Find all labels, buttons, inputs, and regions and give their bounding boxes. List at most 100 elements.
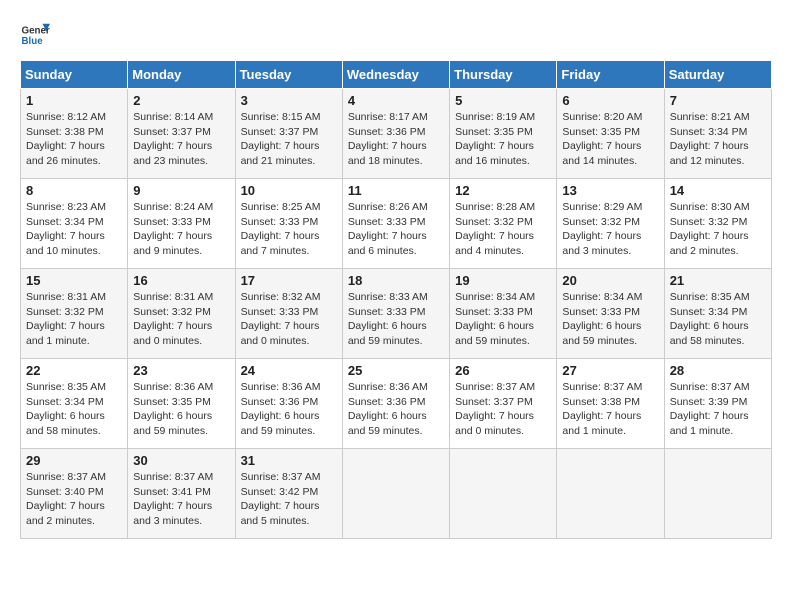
day-number: 17 <box>241 273 337 288</box>
day-detail: Sunrise: 8:34 AMSunset: 3:33 PMDaylight:… <box>455 290 551 349</box>
calendar-cell: 1 Sunrise: 8:12 AMSunset: 3:38 PMDayligh… <box>21 89 128 179</box>
calendar-cell: 22 Sunrise: 8:35 AMSunset: 3:34 PMDaylig… <box>21 359 128 449</box>
day-number: 1 <box>26 93 122 108</box>
day-number: 6 <box>562 93 658 108</box>
calendar-cell: 3 Sunrise: 8:15 AMSunset: 3:37 PMDayligh… <box>235 89 342 179</box>
day-number: 7 <box>670 93 766 108</box>
day-detail: Sunrise: 8:37 AMSunset: 3:41 PMDaylight:… <box>133 470 229 529</box>
dow-header-saturday: Saturday <box>664 61 771 89</box>
day-number: 18 <box>348 273 444 288</box>
calendar-cell <box>342 449 449 539</box>
calendar-cell: 8 Sunrise: 8:23 AMSunset: 3:34 PMDayligh… <box>21 179 128 269</box>
day-detail: Sunrise: 8:21 AMSunset: 3:34 PMDaylight:… <box>670 110 766 169</box>
calendar-cell: 28 Sunrise: 8:37 AMSunset: 3:39 PMDaylig… <box>664 359 771 449</box>
day-number: 15 <box>26 273 122 288</box>
calendar-cell: 19 Sunrise: 8:34 AMSunset: 3:33 PMDaylig… <box>450 269 557 359</box>
dow-header-sunday: Sunday <box>21 61 128 89</box>
day-number: 10 <box>241 183 337 198</box>
day-detail: Sunrise: 8:37 AMSunset: 3:39 PMDaylight:… <box>670 380 766 439</box>
calendar-cell: 9 Sunrise: 8:24 AMSunset: 3:33 PMDayligh… <box>128 179 235 269</box>
day-number: 11 <box>348 183 444 198</box>
day-number: 13 <box>562 183 658 198</box>
day-detail: Sunrise: 8:31 AMSunset: 3:32 PMDaylight:… <box>133 290 229 349</box>
calendar-cell: 29 Sunrise: 8:37 AMSunset: 3:40 PMDaylig… <box>21 449 128 539</box>
calendar-cell: 21 Sunrise: 8:35 AMSunset: 3:34 PMDaylig… <box>664 269 771 359</box>
day-detail: Sunrise: 8:37 AMSunset: 3:40 PMDaylight:… <box>26 470 122 529</box>
day-number: 3 <box>241 93 337 108</box>
day-number: 9 <box>133 183 229 198</box>
day-number: 29 <box>26 453 122 468</box>
day-number: 20 <box>562 273 658 288</box>
day-detail: Sunrise: 8:19 AMSunset: 3:35 PMDaylight:… <box>455 110 551 169</box>
day-number: 23 <box>133 363 229 378</box>
calendar-cell: 18 Sunrise: 8:33 AMSunset: 3:33 PMDaylig… <box>342 269 449 359</box>
calendar-cell <box>557 449 664 539</box>
day-detail: Sunrise: 8:32 AMSunset: 3:33 PMDaylight:… <box>241 290 337 349</box>
svg-text:Blue: Blue <box>22 36 44 47</box>
dow-header-thursday: Thursday <box>450 61 557 89</box>
day-detail: Sunrise: 8:26 AMSunset: 3:33 PMDaylight:… <box>348 200 444 259</box>
day-detail: Sunrise: 8:34 AMSunset: 3:33 PMDaylight:… <box>562 290 658 349</box>
dow-header-wednesday: Wednesday <box>342 61 449 89</box>
calendar-cell <box>450 449 557 539</box>
calendar-cell: 16 Sunrise: 8:31 AMSunset: 3:32 PMDaylig… <box>128 269 235 359</box>
day-number: 24 <box>241 363 337 378</box>
day-detail: Sunrise: 8:37 AMSunset: 3:42 PMDaylight:… <box>241 470 337 529</box>
day-detail: Sunrise: 8:28 AMSunset: 3:32 PMDaylight:… <box>455 200 551 259</box>
day-number: 16 <box>133 273 229 288</box>
calendar-cell: 5 Sunrise: 8:19 AMSunset: 3:35 PMDayligh… <box>450 89 557 179</box>
day-number: 2 <box>133 93 229 108</box>
calendar-cell: 11 Sunrise: 8:26 AMSunset: 3:33 PMDaylig… <box>342 179 449 269</box>
day-number: 12 <box>455 183 551 198</box>
calendar-cell: 7 Sunrise: 8:21 AMSunset: 3:34 PMDayligh… <box>664 89 771 179</box>
calendar-cell: 4 Sunrise: 8:17 AMSunset: 3:36 PMDayligh… <box>342 89 449 179</box>
day-detail: Sunrise: 8:30 AMSunset: 3:32 PMDaylight:… <box>670 200 766 259</box>
day-detail: Sunrise: 8:23 AMSunset: 3:34 PMDaylight:… <box>26 200 122 259</box>
day-number: 25 <box>348 363 444 378</box>
day-detail: Sunrise: 8:36 AMSunset: 3:36 PMDaylight:… <box>241 380 337 439</box>
dow-header-monday: Monday <box>128 61 235 89</box>
calendar-cell: 2 Sunrise: 8:14 AMSunset: 3:37 PMDayligh… <box>128 89 235 179</box>
day-number: 21 <box>670 273 766 288</box>
calendar-cell: 27 Sunrise: 8:37 AMSunset: 3:38 PMDaylig… <box>557 359 664 449</box>
day-detail: Sunrise: 8:36 AMSunset: 3:36 PMDaylight:… <box>348 380 444 439</box>
calendar-cell: 13 Sunrise: 8:29 AMSunset: 3:32 PMDaylig… <box>557 179 664 269</box>
day-detail: Sunrise: 8:36 AMSunset: 3:35 PMDaylight:… <box>133 380 229 439</box>
day-detail: Sunrise: 8:24 AMSunset: 3:33 PMDaylight:… <box>133 200 229 259</box>
day-detail: Sunrise: 8:25 AMSunset: 3:33 PMDaylight:… <box>241 200 337 259</box>
calendar-cell: 12 Sunrise: 8:28 AMSunset: 3:32 PMDaylig… <box>450 179 557 269</box>
day-detail: Sunrise: 8:37 AMSunset: 3:37 PMDaylight:… <box>455 380 551 439</box>
day-detail: Sunrise: 8:15 AMSunset: 3:37 PMDaylight:… <box>241 110 337 169</box>
day-number: 30 <box>133 453 229 468</box>
calendar-cell: 17 Sunrise: 8:32 AMSunset: 3:33 PMDaylig… <box>235 269 342 359</box>
day-number: 22 <box>26 363 122 378</box>
day-number: 4 <box>348 93 444 108</box>
day-number: 19 <box>455 273 551 288</box>
day-detail: Sunrise: 8:14 AMSunset: 3:37 PMDaylight:… <box>133 110 229 169</box>
day-detail: Sunrise: 8:12 AMSunset: 3:38 PMDaylight:… <box>26 110 122 169</box>
calendar-cell: 30 Sunrise: 8:37 AMSunset: 3:41 PMDaylig… <box>128 449 235 539</box>
day-number: 26 <box>455 363 551 378</box>
day-detail: Sunrise: 8:35 AMSunset: 3:34 PMDaylight:… <box>26 380 122 439</box>
day-detail: Sunrise: 8:35 AMSunset: 3:34 PMDaylight:… <box>670 290 766 349</box>
day-detail: Sunrise: 8:29 AMSunset: 3:32 PMDaylight:… <box>562 200 658 259</box>
dow-header-friday: Friday <box>557 61 664 89</box>
day-detail: Sunrise: 8:33 AMSunset: 3:33 PMDaylight:… <box>348 290 444 349</box>
calendar-cell: 26 Sunrise: 8:37 AMSunset: 3:37 PMDaylig… <box>450 359 557 449</box>
calendar-table: SundayMondayTuesdayWednesdayThursdayFrid… <box>20 60 772 539</box>
calendar-cell: 20 Sunrise: 8:34 AMSunset: 3:33 PMDaylig… <box>557 269 664 359</box>
day-detail: Sunrise: 8:20 AMSunset: 3:35 PMDaylight:… <box>562 110 658 169</box>
day-number: 31 <box>241 453 337 468</box>
calendar-cell: 14 Sunrise: 8:30 AMSunset: 3:32 PMDaylig… <box>664 179 771 269</box>
calendar-cell: 23 Sunrise: 8:36 AMSunset: 3:35 PMDaylig… <box>128 359 235 449</box>
logo-icon: General Blue <box>20 20 50 50</box>
calendar-cell: 31 Sunrise: 8:37 AMSunset: 3:42 PMDaylig… <box>235 449 342 539</box>
calendar-cell: 24 Sunrise: 8:36 AMSunset: 3:36 PMDaylig… <box>235 359 342 449</box>
dow-header-tuesday: Tuesday <box>235 61 342 89</box>
calendar-cell <box>664 449 771 539</box>
logo: General Blue <box>20 20 50 50</box>
day-number: 8 <box>26 183 122 198</box>
day-detail: Sunrise: 8:31 AMSunset: 3:32 PMDaylight:… <box>26 290 122 349</box>
day-number: 14 <box>670 183 766 198</box>
page-header: General Blue <box>20 20 772 50</box>
